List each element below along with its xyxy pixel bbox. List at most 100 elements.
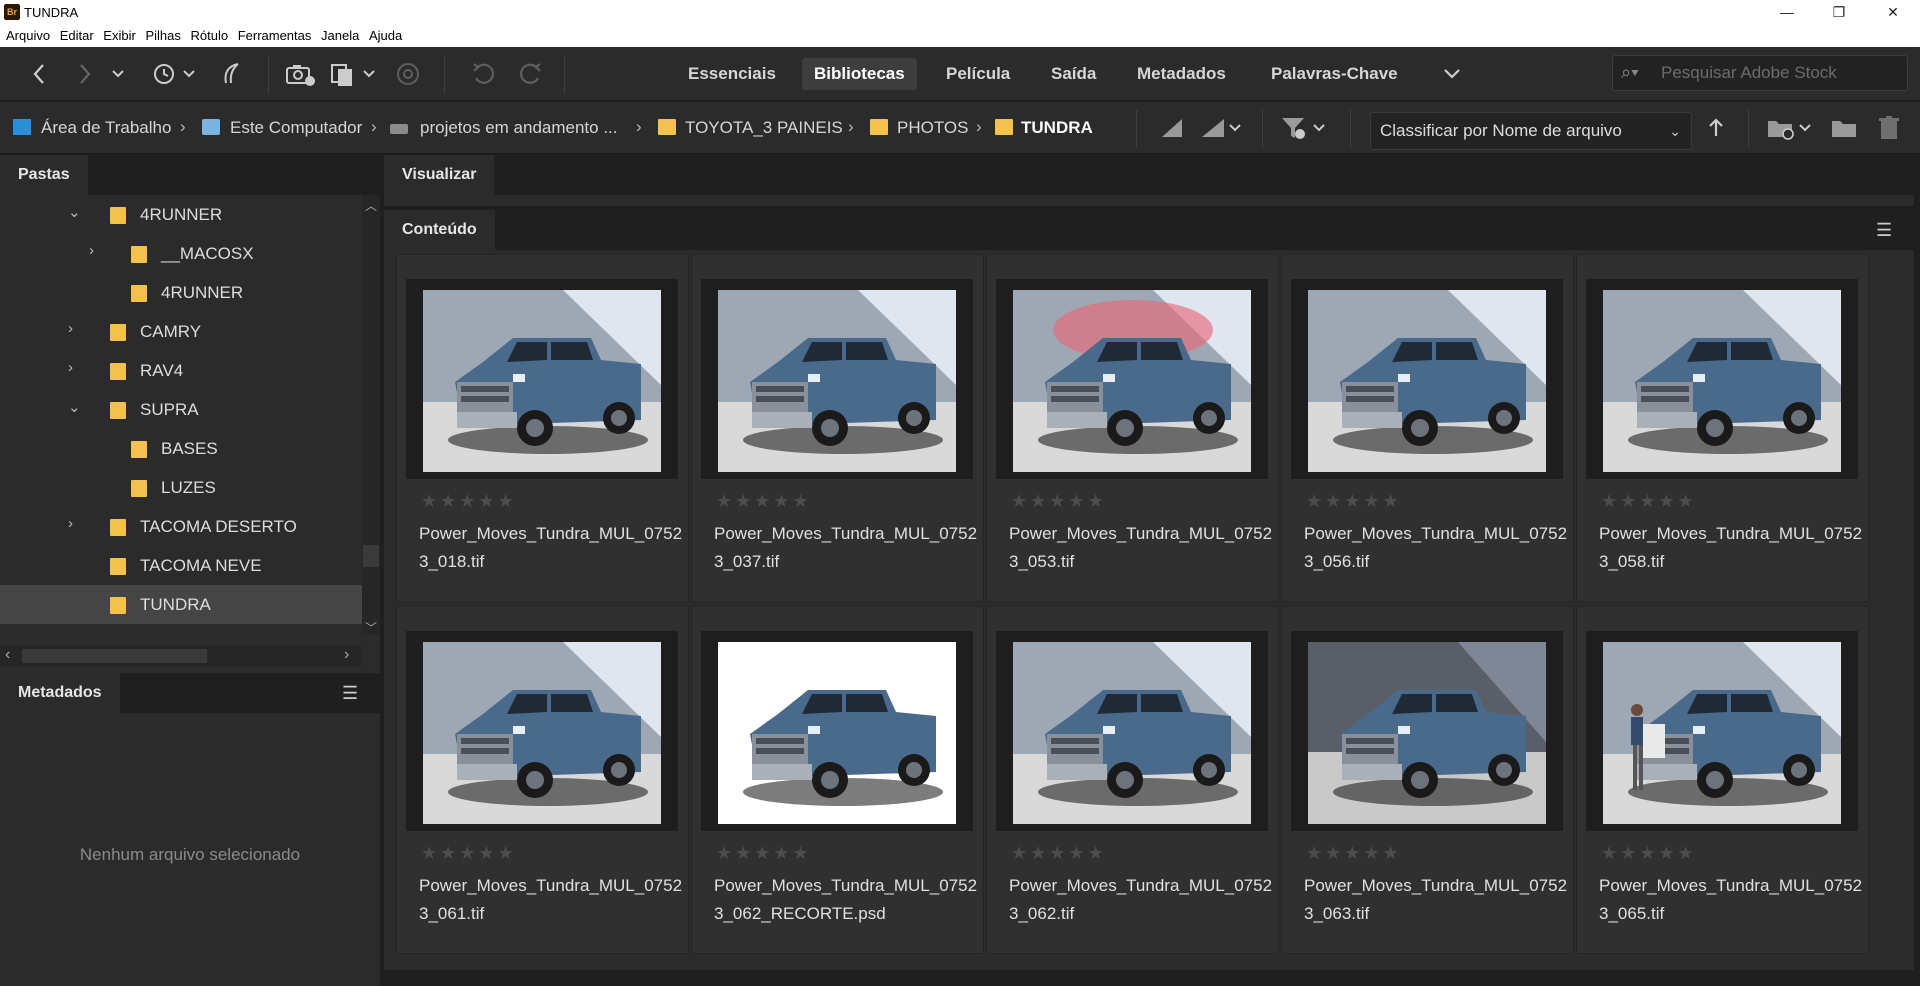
file-name[interactable]: Power_Moves_Tundra_MUL_07523_061.tif <box>419 872 689 928</box>
tree-item[interactable]: › __MACOSX <box>0 234 362 273</box>
thumbnail-cell[interactable]: ★★★★★ Power_Moves_Tundra_MUL_07523_018.ti… <box>396 254 689 602</box>
rating-stars[interactable]: ★★★★★ <box>716 491 812 512</box>
tree-item[interactable]: › CAMRY <box>0 312 362 351</box>
breadcrumb-drive[interactable]: projetos em andamento ... <box>420 118 618 138</box>
workspace-essenciais[interactable]: Essenciais <box>676 58 788 90</box>
thumbnail-frame[interactable] <box>996 631 1268 831</box>
workspace-more-icon[interactable] <box>1440 61 1464 87</box>
boomerang-icon[interactable] <box>218 61 246 87</box>
breadcrumb-computer[interactable]: Este Computador <box>230 118 362 138</box>
workspace-palavras-chave[interactable]: Palavras-Chave <box>1259 58 1410 90</box>
menu-editar[interactable]: Editar <box>60 25 94 43</box>
thumbnail-image[interactable] <box>423 642 661 824</box>
chevron-right-icon[interactable]: › <box>68 359 73 376</box>
chevron-down-icon[interactable]: ⌄ <box>68 398 81 416</box>
workspace-pelicula[interactable]: Película <box>934 58 1022 90</box>
file-name[interactable]: Power_Moves_Tundra_MUL_07523_058.tif <box>1599 520 1869 576</box>
refine-icon[interactable] <box>394 61 422 87</box>
rating-stars[interactable]: ★★★★★ <box>1011 843 1107 864</box>
scroll-left-icon[interactable]: ‹ <box>5 646 10 664</box>
minimize-button[interactable]: — <box>1764 0 1810 25</box>
folder-tree-scrollbar[interactable]: ︿ ﹀ <box>362 195 380 635</box>
back-icon[interactable] <box>28 61 52 87</box>
menu-janela[interactable]: Janela <box>321 25 359 43</box>
thumbnail-cell[interactable]: ★★★★★ Power_Moves_Tundra_MUL_07523_062_RE… <box>691 606 984 954</box>
rating-stars[interactable]: ★★★★★ <box>421 491 517 512</box>
output-icon[interactable] <box>330 61 382 87</box>
new-folder-icon[interactable] <box>1830 115 1858 141</box>
thumbnail-image[interactable] <box>1308 642 1546 824</box>
scroll-down-icon[interactable]: ﹀ <box>365 619 377 636</box>
panel-menu-icon[interactable]: ☰ <box>342 683 358 704</box>
workspace-saida[interactable]: Saída <box>1039 58 1108 90</box>
tree-item[interactable]: TUNDRA <box>0 585 362 624</box>
rotate-left-icon[interactable] <box>470 61 498 87</box>
workspace-metadados[interactable]: Metadados <box>1125 58 1238 90</box>
rating-stars[interactable]: ★★★★★ <box>716 843 812 864</box>
thumbnail-frame[interactable] <box>1586 631 1858 831</box>
breadcrumb-desktop[interactable]: Área de Trabalho <box>41 118 171 138</box>
chevron-down-icon[interactable]: ⌄ <box>68 203 81 221</box>
menu-pilhas[interactable]: Pilhas <box>145 25 180 43</box>
thumbnail-frame[interactable] <box>406 631 678 831</box>
breadcrumb-separator-icon[interactable]: › <box>180 117 186 137</box>
recent-dropdown-icon[interactable] <box>108 61 128 87</box>
thumbnail-cell[interactable]: ★★★★★ Power_Moves_Tundra_MUL_07523_056.ti… <box>1281 254 1574 602</box>
panel-menu-icon[interactable]: ☰ <box>1876 220 1892 241</box>
file-name[interactable]: Power_Moves_Tundra_MUL_07523_018.tif <box>419 520 689 576</box>
breadcrumb-current[interactable]: TUNDRA <box>1021 118 1093 138</box>
thumbnail-image[interactable] <box>718 642 956 824</box>
breadcrumb-separator-icon[interactable]: › <box>636 117 642 137</box>
thumbnail-image[interactable] <box>423 290 661 472</box>
scrollbar-thumb[interactable] <box>363 545 379 567</box>
hscrollbar-thumb[interactable] <box>22 649 207 663</box>
file-name[interactable]: Power_Moves_Tundra_MUL_07523_062.tif <box>1009 872 1279 928</box>
thumbnail-image[interactable] <box>718 290 956 472</box>
tree-item[interactable]: › PREVIEWS <box>0 624 362 635</box>
rotate-right-icon[interactable] <box>516 61 544 87</box>
sort-dropdown[interactable]: Classificar por Nome de arquivo ⌄ <box>1370 112 1692 150</box>
tree-item[interactable]: › TACOMA DESERTO <box>0 507 362 546</box>
chevron-right-icon[interactable]: › <box>47 632 52 635</box>
tree-item[interactable]: TACOMA NEVE <box>0 546 362 585</box>
thumbnail-frame[interactable] <box>701 279 973 479</box>
rating-stars[interactable]: ★★★★★ <box>1306 843 1402 864</box>
menu-arquivo[interactable]: Arquivo <box>6 25 50 43</box>
thumbnail-cell[interactable]: ★★★★★ Power_Moves_Tundra_MUL_07523_065.ti… <box>1576 606 1869 954</box>
thumbnail-frame[interactable] <box>996 279 1268 479</box>
chevron-right-icon[interactable]: › <box>68 320 73 337</box>
close-button[interactable]: ✕ <box>1870 0 1916 25</box>
thumbnail-image[interactable] <box>1603 290 1841 472</box>
tab-metadados[interactable]: Metadados <box>0 673 120 713</box>
tree-item[interactable]: ⌄ SUPRA <box>0 390 362 429</box>
quality-icon[interactable] <box>1160 115 1184 141</box>
trash-icon[interactable] <box>1876 115 1902 141</box>
thumbnail-frame[interactable] <box>406 279 678 479</box>
breadcrumb-photos[interactable]: PHOTOS <box>897 118 968 138</box>
scroll-up-icon[interactable]: ︿ <box>365 197 377 214</box>
file-name[interactable]: Power_Moves_Tundra_MUL_07523_037.tif <box>714 520 984 576</box>
file-name[interactable]: Power_Moves_Tundra_MUL_07523_053.tif <box>1009 520 1279 576</box>
thumbnail-cell[interactable]: ★★★★★ Power_Moves_Tundra_MUL_07523_063.ti… <box>1281 606 1574 954</box>
thumbnail-cell[interactable]: ★★★★★ Power_Moves_Tundra_MUL_07523_058.ti… <box>1576 254 1869 602</box>
thumbnail-cell[interactable]: ★★★★★ Power_Moves_Tundra_MUL_07523_061.ti… <box>396 606 689 954</box>
rating-stars[interactable]: ★★★★★ <box>1306 491 1402 512</box>
thumbnail-image[interactable] <box>1013 642 1251 824</box>
rating-stars[interactable]: ★★★★★ <box>1601 843 1697 864</box>
recent-folders-icon[interactable] <box>1766 115 1818 141</box>
folder-tree-hscrollbar[interactable]: ‹ › <box>0 645 362 667</box>
scroll-right-icon[interactable]: › <box>344 646 349 664</box>
tree-item[interactable]: LUZES <box>0 468 362 507</box>
thumbnail-cell[interactable]: ★★★★★ Power_Moves_Tundra_MUL_07523_053.ti… <box>986 254 1279 602</box>
filter-icon[interactable] <box>1280 115 1332 141</box>
camera-import-icon[interactable] <box>284 61 316 87</box>
thumbnail-frame[interactable] <box>701 631 973 831</box>
search-icon[interactable]: ⌕▾ <box>1621 62 1639 83</box>
forward-icon[interactable] <box>72 61 96 87</box>
tab-conteudo[interactable]: Conteúdo <box>384 210 495 250</box>
menu-exibir[interactable]: Exibir <box>103 25 136 43</box>
thumbnail-image[interactable] <box>1013 290 1251 472</box>
rating-stars[interactable]: ★★★★★ <box>1011 491 1107 512</box>
file-name[interactable]: Power_Moves_Tundra_MUL_07523_063.tif <box>1304 872 1574 928</box>
tree-item[interactable]: › RAV4 <box>0 351 362 390</box>
